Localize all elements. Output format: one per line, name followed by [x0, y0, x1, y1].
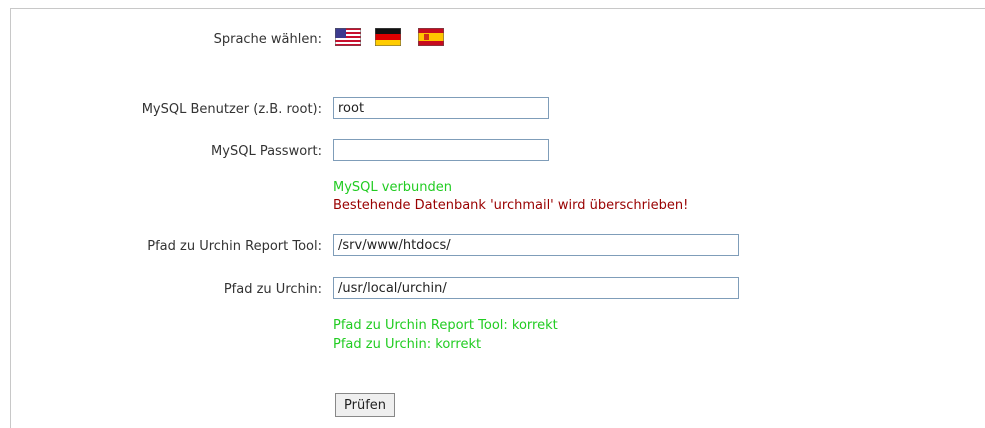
mysql-connected-message: MySQL verbunden [333, 180, 453, 195]
check-button[interactable]: Prüfen [335, 393, 396, 417]
frame-top-border [10, 8, 985, 9]
mysql-user-label: MySQL Benutzer (z.B. root): [141, 102, 322, 117]
urchin-path-status: Pfad zu Urchin: korrekt [333, 337, 482, 352]
de-flag-icon[interactable] [375, 28, 401, 46]
frame-left-border [10, 8, 11, 428]
report-tool-path-input[interactable] [333, 234, 739, 256]
us-flag-icon[interactable] [335, 28, 361, 46]
mysql-password-input[interactable] [333, 139, 549, 161]
language-label: Sprache wählen: [213, 32, 322, 47]
es-flag-icon[interactable] [418, 28, 444, 46]
database-overwrite-warning: Bestehende Datenbank 'urchmail' wird übe… [333, 198, 689, 213]
mysql-password-label: MySQL Passwort: [211, 144, 322, 159]
report-tool-path-label: Pfad zu Urchin Report Tool: [147, 239, 322, 254]
urchin-path-label: Pfad zu Urchin: [223, 282, 322, 297]
report-tool-path-status: Pfad zu Urchin Report Tool: korrekt [333, 318, 558, 333]
urchin-path-input[interactable] [333, 277, 739, 299]
mysql-user-input[interactable] [333, 97, 549, 119]
